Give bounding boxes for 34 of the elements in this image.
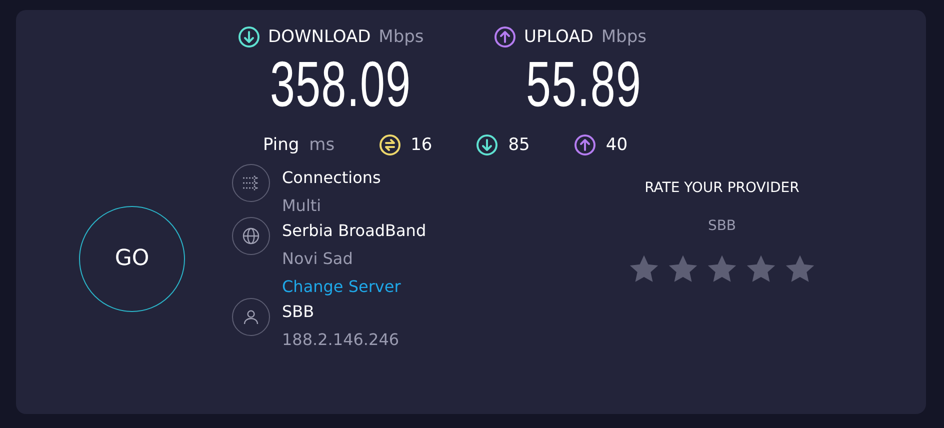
- upload-icon: [494, 26, 516, 48]
- download-icon: [238, 26, 260, 48]
- result-value: 55.89: [526, 48, 642, 120]
- upload-icon: [574, 134, 596, 156]
- ping-icon: [378, 134, 401, 156]
- go-button[interactable]: GO: [79, 206, 185, 312]
- result-label: UPLOAD: [524, 27, 594, 47]
- star-icon[interactable]: [784, 254, 816, 284]
- info-detail: Novi Sad: [282, 249, 354, 268]
- star-icon[interactable]: [745, 254, 777, 284]
- provider-name: SBB: [708, 218, 736, 234]
- rating-title: RATE YOUR PROVIDER: [644, 180, 800, 196]
- ping-label: Ping: [263, 135, 300, 155]
- ping-unit: ms: [309, 135, 335, 155]
- globe-icon: [232, 217, 270, 255]
- result-value: 358.09: [270, 48, 412, 120]
- info-title: Serbia BroadBand: [282, 221, 426, 240]
- result-unit: Mbps: [601, 27, 646, 47]
- star-icon[interactable]: [706, 254, 738, 284]
- info-title: SBB: [282, 302, 316, 321]
- result-unit: Mbps: [378, 27, 424, 47]
- user-icon: [232, 298, 270, 336]
- change-server-link[interactable]: Change Server: [282, 277, 426, 296]
- result-label: DOWNLOAD: [268, 27, 371, 47]
- star-icon[interactable]: [628, 254, 660, 284]
- connections-icon: [232, 164, 270, 202]
- ping-value: 40: [606, 135, 628, 155]
- ping-value: 85: [508, 135, 530, 155]
- info-title: Connections: [282, 168, 381, 187]
- ping-value: 16: [410, 135, 432, 155]
- info-detail: Multi: [282, 196, 322, 215]
- star-icon[interactable]: [667, 254, 699, 284]
- download-icon: [476, 134, 498, 156]
- info-detail: 188.2.146.246: [282, 330, 400, 349]
